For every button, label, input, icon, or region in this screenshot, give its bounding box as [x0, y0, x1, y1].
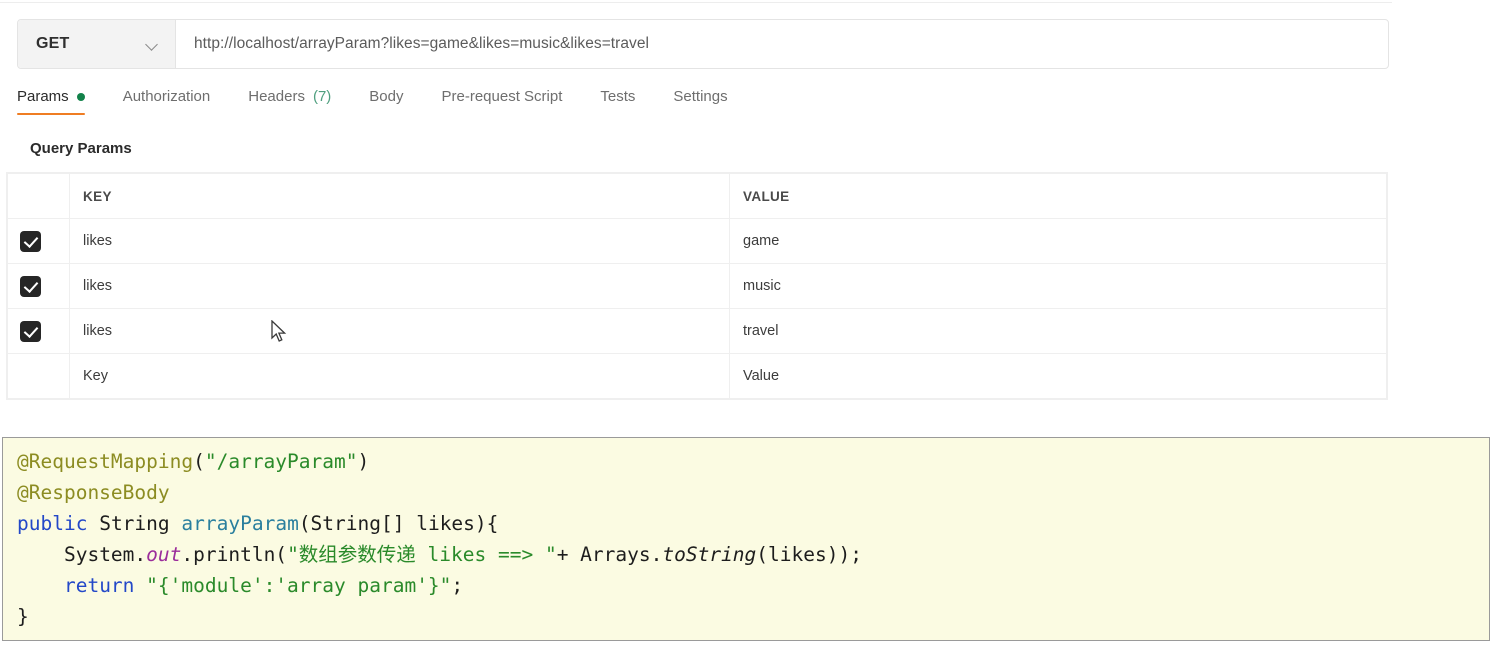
code-method-signature: (String[] likes){ — [298, 512, 499, 535]
row-checkbox[interactable] — [20, 320, 41, 342]
top-divider — [0, 2, 1392, 3]
code-semicolon: ; — [451, 574, 464, 597]
row-value-input[interactable]: game — [729, 218, 1387, 264]
url-input[interactable]: http://localhost/arrayParam?likes=game&l… — [176, 20, 1388, 68]
tab-settings-label: Settings — [673, 88, 728, 105]
tab-authorization-label: Authorization — [122, 88, 211, 105]
code-paren-close: ) — [357, 450, 370, 473]
code-closing-brace: } — [17, 605, 29, 628]
code-keyword-return: return — [63, 574, 135, 597]
tab-headers-count: (7) — [312, 88, 332, 105]
tab-body-label: Body — [369, 88, 404, 105]
row-value-input[interactable]: travel — [729, 308, 1387, 354]
tab-body[interactable]: Body — [369, 88, 403, 115]
row-checkbox[interactable] — [20, 230, 41, 252]
tab-headers[interactable]: Headers (7) — [248, 88, 331, 115]
row-checkbox[interactable] — [20, 275, 41, 297]
empty-row-checkbox-cell — [7, 353, 70, 399]
http-method-label: GET — [36, 35, 70, 52]
tab-headers-label: Headers — [248, 88, 305, 105]
tab-params-label: Params — [17, 88, 69, 105]
header-key: KEY — [69, 173, 730, 219]
request-tabs: Params Authorization Headers (7) Body Pr… — [17, 88, 766, 122]
code-plus-operator: + — [556, 543, 581, 566]
tab-pre-request-script[interactable]: Pre-request Script — [442, 88, 563, 115]
query-params-table: KEY VALUE likes game likes music likes t… — [6, 172, 1388, 400]
tab-tests[interactable]: Tests — [600, 88, 635, 115]
tab-params[interactable]: Params — [17, 88, 85, 115]
header-value: VALUE — [729, 173, 1387, 219]
code-method-to-string: toString — [662, 543, 757, 566]
tab-tests-label: Tests — [600, 88, 636, 105]
code-keyword-public: public — [17, 512, 88, 535]
code-annotation-request-mapping: @RequestMapping — [17, 450, 194, 473]
code-string-chinese: "数组参数传递 likes ==> " — [287, 543, 557, 566]
tab-authorization[interactable]: Authorization — [123, 88, 211, 115]
code-method-array-param: arrayParam — [181, 512, 299, 535]
java-code-snippet: @RequestMapping("/arrayParam") @Response… — [2, 437, 1490, 641]
chevron-down-icon — [146, 38, 159, 51]
code-string-module: "{'module':'array param'}" — [146, 574, 452, 597]
row-key-input[interactable]: likes — [69, 218, 730, 264]
table-row: likes travel — [7, 308, 1387, 354]
tab-settings[interactable]: Settings — [673, 88, 727, 115]
tab-pre-request-script-label: Pre-request Script — [441, 88, 563, 105]
table-row: likes game — [7, 218, 1387, 264]
code-field-out: out — [146, 543, 182, 566]
query-params-title: Query Params — [30, 140, 132, 157]
code-annotation-response-body: @ResponseBody — [17, 481, 170, 504]
header-checkbox-cell — [7, 173, 70, 219]
code-args-tail: (likes)); — [756, 543, 862, 566]
table-row: likes music — [7, 263, 1387, 309]
code-string-path: "/arrayParam" — [204, 450, 358, 473]
table-row-empty: Key Value — [7, 353, 1387, 399]
code-type-string: String — [99, 512, 170, 535]
table-header-row: KEY VALUE — [7, 173, 1387, 219]
http-method-select[interactable]: GET — [18, 20, 176, 68]
code-arrays-ref: Arrays. — [580, 543, 663, 566]
new-value-input[interactable]: Value — [729, 353, 1387, 399]
code-println-call: .println( — [181, 543, 288, 566]
row-key-input[interactable]: likes — [69, 263, 730, 309]
row-checkbox-cell — [7, 308, 70, 354]
row-checkbox-cell — [7, 263, 70, 309]
new-key-input[interactable]: Key — [69, 353, 730, 399]
row-checkbox-cell — [7, 218, 70, 264]
params-modified-dot-icon — [76, 92, 85, 101]
code-system-ref: System. — [63, 543, 147, 566]
request-bar: GET http://localhost/arrayParam?likes=ga… — [17, 19, 1389, 69]
row-key-input[interactable]: likes — [69, 308, 730, 354]
row-value-input[interactable]: music — [729, 263, 1387, 309]
code-paren-open: ( — [193, 450, 205, 473]
